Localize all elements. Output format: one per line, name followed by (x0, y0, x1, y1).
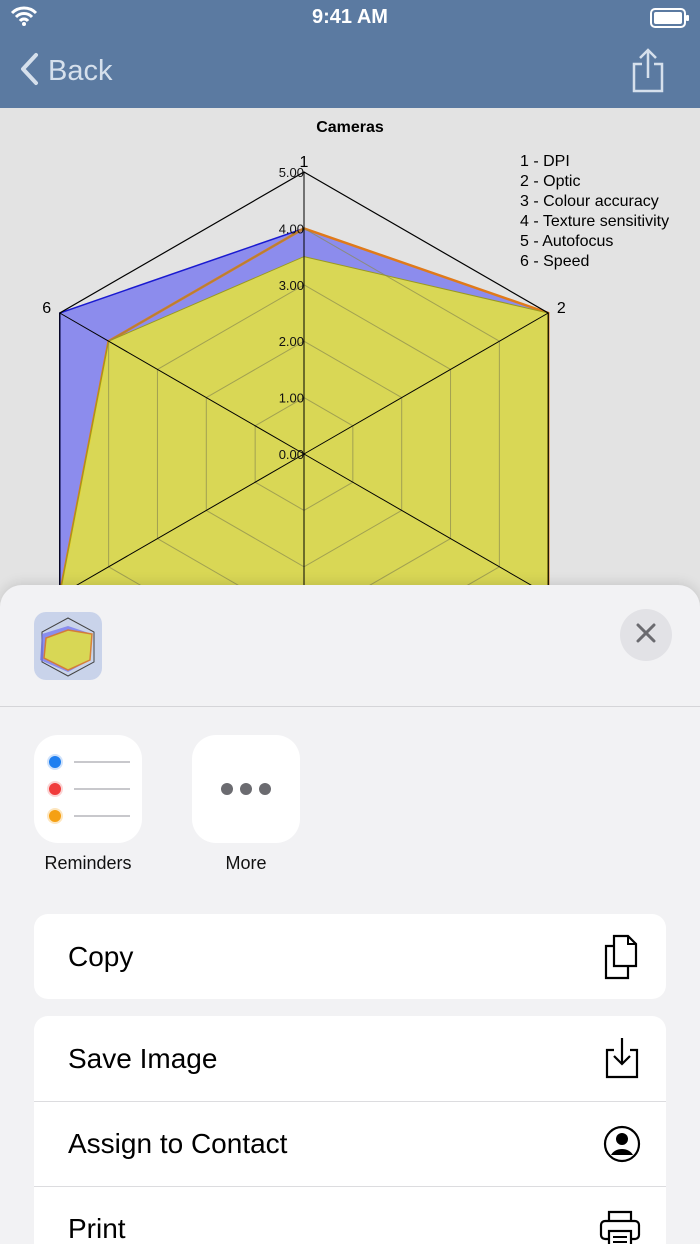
battery-icon (650, 8, 690, 33)
actions-group-1: Copy (34, 914, 666, 999)
axis-label: 1 (300, 154, 309, 171)
navigation-bar: Back (0, 40, 700, 104)
action-label: Assign to Contact (68, 1128, 288, 1159)
action-label: Copy (68, 940, 134, 972)
action-label: Save Image (68, 1042, 218, 1074)
copy-action[interactable]: Copy (34, 914, 666, 999)
app-reminders[interactable]: Reminders (33, 735, 143, 874)
assign-to-contact-action[interactable]: Assign to Contact (34, 1101, 666, 1186)
legend-entry: 6 - Speed (520, 253, 589, 270)
copy-icon (602, 934, 642, 987)
axis-label: 2 (557, 300, 566, 317)
action-label: Print (68, 1213, 126, 1244)
axis-label: 6 (42, 300, 51, 317)
actions-group-2: Save Image Assign to Contact Print (34, 1016, 666, 1244)
reminders-icon (34, 735, 142, 843)
share-icon (630, 48, 666, 98)
image-thumbnail (34, 612, 102, 680)
app-name: More (225, 853, 267, 873)
radar-chart: Cameras0.001.002.003.004.005.001234561 -… (0, 108, 700, 628)
chevron-left-icon (18, 52, 40, 91)
tick-label: 0.00 (279, 447, 304, 462)
status-bar: 9:41 AM (0, 0, 700, 36)
back-label: Back (48, 55, 113, 87)
close-button[interactable] (620, 609, 672, 661)
share-button[interactable] (630, 48, 666, 99)
share-sheet-header (0, 585, 700, 707)
app-name: Reminders (44, 853, 132, 873)
back-button[interactable]: Back (18, 52, 112, 91)
tick-label: 3.00 (279, 278, 304, 293)
tick-label: 4.00 (279, 221, 304, 236)
download-icon (602, 1036, 642, 1087)
share-sheet: Reminders More Copy Save Image Assign to… (0, 585, 700, 1244)
tick-label: 1.00 (279, 391, 304, 406)
status-time: 9:41 AM (312, 6, 388, 28)
legend-entry: 1 - DPI (520, 153, 570, 170)
top-bar: 9:41 AM Back (0, 0, 700, 108)
legend-entry: 4 - Texture sensitivity (520, 213, 669, 230)
more-icon (192, 735, 300, 843)
contact-icon (602, 1122, 642, 1173)
legend-entry: 5 - Autofocus (520, 233, 613, 250)
share-apps-row: Reminders More (0, 735, 700, 875)
close-icon (635, 622, 657, 649)
save-image-action[interactable]: Save Image (34, 1016, 666, 1101)
print-action[interactable]: Print (34, 1186, 666, 1244)
legend-entry: 3 - Colour accuracy (520, 193, 659, 210)
printer-icon (598, 1207, 642, 1244)
chart-title: Cameras (316, 119, 384, 136)
legend-entry: 2 - Optic (520, 173, 580, 190)
tick-label: 2.00 (279, 334, 304, 349)
app-more[interactable]: More (191, 735, 301, 874)
